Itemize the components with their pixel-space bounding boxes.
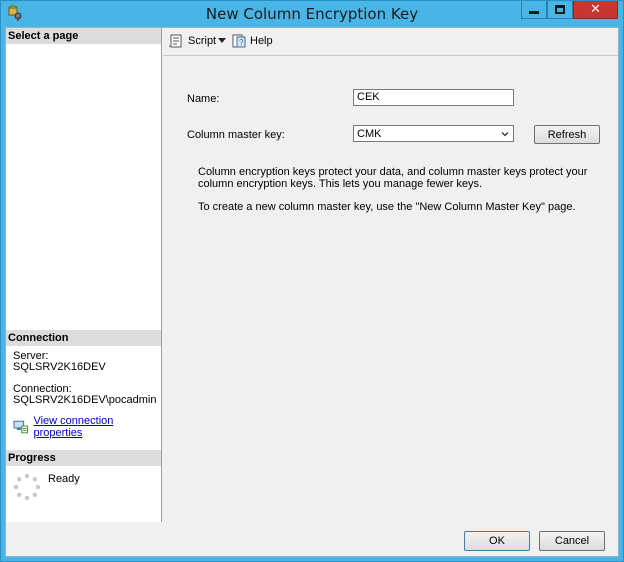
name-input[interactable]: CEK — [353, 89, 514, 106]
script-label: Script — [188, 35, 217, 47]
view-connection-link[interactable]: View connection properties — [33, 415, 161, 439]
view-connection-row[interactable]: View connection properties — [13, 415, 161, 439]
minimize-icon — [529, 11, 539, 14]
close-icon: ✕ — [590, 2, 601, 17]
maximize-button[interactable] — [547, 1, 573, 19]
script-dropdown-arrow[interactable] — [218, 38, 226, 43]
help-label: Help — [250, 35, 273, 47]
svg-text:?: ? — [239, 38, 244, 47]
ok-button[interactable]: OK — [464, 531, 530, 551]
progress-header: Progress — [6, 450, 161, 466]
script-button[interactable]: Script — [168, 34, 216, 48]
connection-properties-icon — [13, 420, 28, 434]
column-master-key-value: CMK — [357, 127, 382, 140]
toolbar: Script ? Help — [163, 28, 618, 56]
right-pane: Script ? Help Name: CEK Column master ke… — [163, 28, 618, 522]
maximize-icon — [555, 5, 565, 14]
connection-value: SQLSRV2K16DEV\pocadmin — [13, 394, 157, 406]
help-button[interactable]: ? Help — [232, 34, 273, 48]
script-icon — [169, 34, 182, 48]
dialog-button-bar: OK Cancel — [6, 522, 618, 556]
column-master-key-dropdown[interactable]: CMK — [353, 125, 514, 142]
dialog-window: New Column Encryption Key ✕ Select a pag… — [0, 0, 624, 562]
dialog-client: Select a page Connection Server: SQLSRV2… — [5, 27, 619, 557]
connection-info: Server: SQLSRV2K16DEV Connection: SQLSRV… — [13, 351, 161, 406]
cancel-button[interactable]: Cancel — [539, 531, 605, 551]
column-master-key-label: Column master key: — [187, 129, 285, 141]
progress-status: Ready — [48, 473, 80, 485]
close-button[interactable]: ✕ — [573, 1, 618, 19]
chevron-down-icon — [501, 131, 509, 136]
progress-spinner-icon — [13, 473, 41, 501]
refresh-button[interactable]: Refresh — [534, 125, 600, 144]
window-controls: ✕ — [521, 1, 618, 19]
minimize-button[interactable] — [521, 1, 547, 19]
name-label: Name: — [187, 93, 220, 105]
left-pane: Select a page Connection Server: SQLSRV2… — [6, 28, 162, 522]
help-icon: ? — [232, 34, 246, 48]
title-bar[interactable]: New Column Encryption Key ✕ — [1, 1, 623, 27]
select-page-header: Select a page — [6, 28, 161, 44]
cmk-hint-text: To create a new column master key, use t… — [198, 201, 576, 213]
connection-header: Connection — [6, 330, 161, 346]
description-text: Column encryption keys protect your data… — [198, 166, 588, 190]
server-value: SQLSRV2K16DEV — [13, 361, 106, 373]
